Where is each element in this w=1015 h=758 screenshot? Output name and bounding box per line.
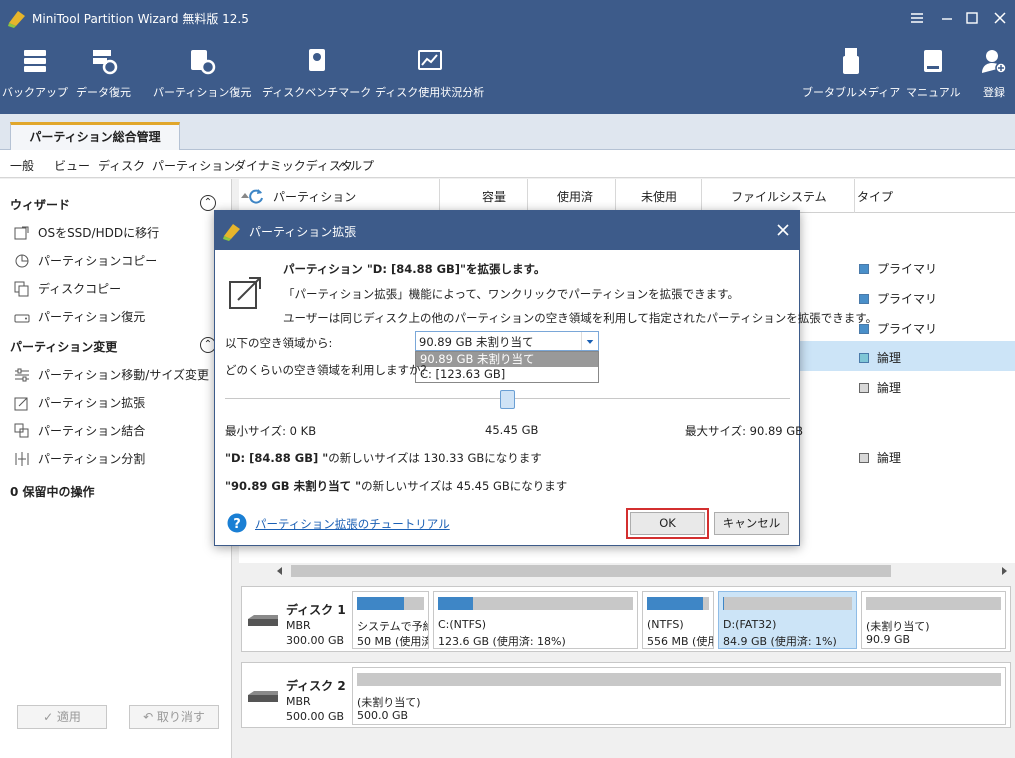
ok-button[interactable]: OK xyxy=(626,508,709,539)
dialog-description-2: ユーザーは同じディスク上の他のパーティションの空き領域を利用して指定されたパーテ… xyxy=(283,311,878,325)
take-from-label: 以下の空き領域から: xyxy=(225,336,333,350)
new-size-d-text: の新しいサイズは 130.33 GBになります xyxy=(328,451,542,465)
min-size: 最小サイズ: 0 KB xyxy=(225,424,317,438)
dialog-close-icon[interactable] xyxy=(775,222,791,238)
dropdown-option-unallocated[interactable]: 90.89 GB 未割り当て xyxy=(416,352,598,367)
tutorial-link[interactable]: パーティション拡張のチュートリアル xyxy=(255,516,450,532)
mid-size: 45.45 GB xyxy=(485,423,539,437)
new-size-unallocated: "90.89 GB 未割り当て "の新しいサイズは 45.45 GBになります xyxy=(225,478,567,494)
new-size-d-target: "D: [84.88 GB] " xyxy=(225,451,329,465)
take-from-select[interactable]: 90.89 GB 未割り当て xyxy=(415,331,599,351)
chevron-down-icon[interactable] xyxy=(581,332,598,350)
svg-text:?: ? xyxy=(233,517,241,532)
dialog-description-1: 「パーティション拡張」機能によって、ワンクリックでパーティションを拡張できます。 xyxy=(283,287,739,301)
extend-partition-large-icon xyxy=(229,277,261,309)
dialog-heading: パーティション "D: [84.88 GB]"を拡張します。 xyxy=(283,262,546,276)
new-size-u-text: の新しいサイズは 45.45 GBになります xyxy=(361,479,568,493)
take-from-dropdown: 90.89 GB 未割り当て C: [123.63 GB] xyxy=(415,351,599,383)
how-much-label: どのくらいの空き領域を利用しますか？ xyxy=(225,363,432,377)
size-slider-thumb[interactable] xyxy=(500,390,515,409)
max-size: 最大サイズ: 90.89 GB xyxy=(685,424,804,438)
new-size-u-target: "90.89 GB 未割り当て " xyxy=(225,479,362,493)
dialog-title-bar: パーティション拡張 xyxy=(215,211,799,250)
take-from-value: 90.89 GB 未割り当て xyxy=(419,335,534,349)
extend-partition-dialog: パーティション拡張 パーティション "D: [84.88 GB]"を拡張します。… xyxy=(214,210,877,546)
dropdown-option-c[interactable]: C: [123.63 GB] xyxy=(416,367,598,382)
cancel-button[interactable]: キャンセル xyxy=(714,512,789,535)
help-icon[interactable]: ? xyxy=(227,513,247,533)
app-logo-icon xyxy=(223,224,240,241)
new-size-d: "D: [84.88 GB] "の新しいサイズは 130.33 GBになります xyxy=(225,450,542,466)
dialog-title: パーティション拡張 xyxy=(249,225,357,239)
